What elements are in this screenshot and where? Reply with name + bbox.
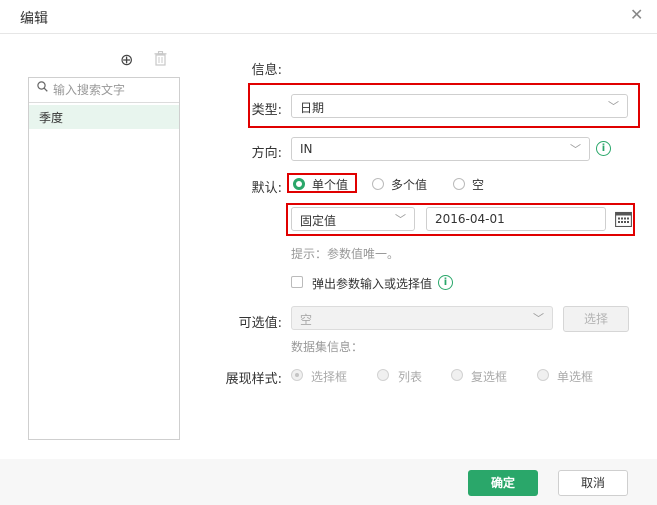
add-circle-icon[interactable]: ⊕ (120, 50, 133, 69)
optional-value-label: 可选值: (238, 316, 282, 331)
radio-multi-value-label: 多个值 (391, 178, 428, 192)
select-button: 选择 (563, 306, 629, 332)
radio-style-checkbox-label: 复选框 (471, 370, 508, 384)
dialog-title: 编辑 (20, 11, 48, 27)
chevron-down-icon: ﹀ (533, 312, 544, 325)
value-source-select[interactable]: 固定值 ﹀ (291, 207, 415, 231)
dataset-info: 数据集信息： (291, 340, 364, 354)
popup-checkbox-label: 弹出参数输入或选择值 (312, 277, 433, 291)
date-input-value: 2016-04-01 (435, 212, 505, 226)
info-icon[interactable]: i (438, 275, 453, 290)
info-icon[interactable]: i (596, 141, 611, 156)
radio-style-dropdown (291, 369, 303, 381)
radio-style-list (377, 369, 389, 381)
select-button-label: 选择 (583, 312, 608, 326)
radio-multi-value[interactable] (372, 178, 384, 190)
optional-value-value: 空 (300, 313, 313, 327)
parameter-list: 季度 (28, 77, 180, 440)
radio-style-dropdown-label: 选择框 (311, 370, 348, 384)
radio-empty-label: 空 (472, 178, 485, 192)
date-input[interactable]: 2016-04-01 (426, 207, 606, 231)
radio-single-value-label: 单个值 (312, 178, 349, 192)
search-box (29, 78, 179, 103)
dialog-header (0, 0, 657, 34)
calendar-icon[interactable] (615, 211, 632, 231)
radio-style-checkbox (451, 369, 463, 381)
search-icon (37, 81, 48, 95)
radio-single-value[interactable] (293, 178, 305, 190)
display-style-label: 展现样式: (225, 372, 282, 387)
list-item[interactable]: 季度 (29, 105, 179, 129)
direction-select-value: IN (300, 142, 313, 156)
type-select[interactable]: 日期 ﹀ (291, 94, 628, 118)
popup-checkbox[interactable] (291, 276, 303, 288)
direction-label: 方向: (251, 146, 282, 161)
value-source-value: 固定值 (300, 214, 337, 228)
radio-style-list-label: 列表 (398, 370, 423, 384)
ok-button[interactable]: 确定 (468, 470, 538, 496)
chevron-down-icon: ﹀ (608, 100, 619, 113)
chevron-down-icon: ﹀ (570, 143, 581, 156)
cancel-button[interactable]: 取消 (558, 470, 628, 496)
trash-icon (154, 51, 167, 70)
close-icon[interactable]: ✕ (630, 5, 643, 24)
radio-style-radio (537, 369, 549, 381)
chevron-down-icon: ﹀ (395, 213, 406, 226)
type-label: 类型: (251, 103, 282, 118)
list-item-label: 季度 (39, 111, 64, 125)
radio-empty[interactable] (453, 178, 465, 190)
radio-style-radio-label: 单选框 (557, 370, 594, 384)
hint-text: 提示：参数值唯一。 (291, 247, 400, 261)
optional-value-select: 空 ﹀ (291, 306, 553, 330)
direction-select[interactable]: IN ﹀ (291, 137, 590, 161)
type-select-value: 日期 (300, 101, 325, 115)
info-label: 信息: (251, 63, 282, 78)
search-input[interactable] (51, 80, 177, 100)
default-label: 默认: (251, 181, 282, 196)
